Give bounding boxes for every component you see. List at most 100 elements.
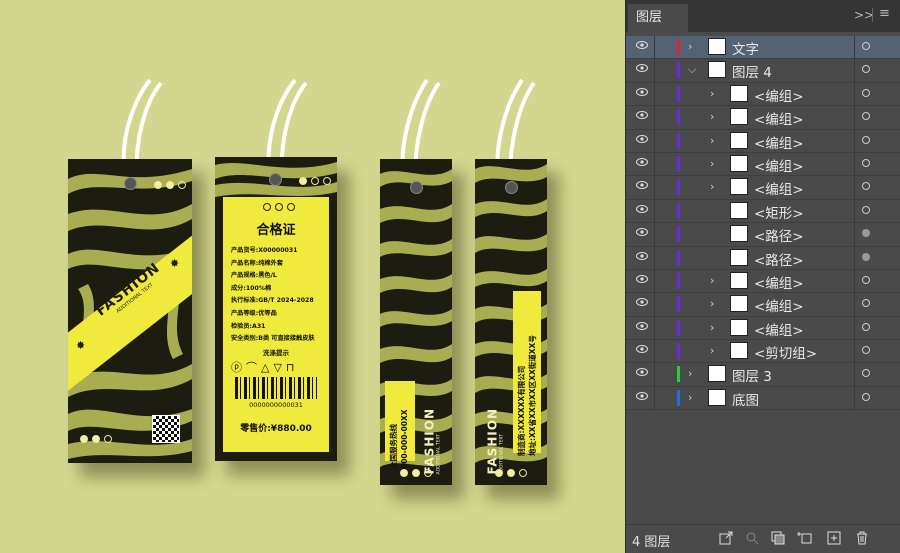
target-circle-icon[interactable] [862, 112, 870, 121]
target-circle-icon[interactable] [862, 369, 870, 378]
visibility-eye-icon[interactable] [636, 181, 648, 190]
wash-title: 洗涤提示 [263, 349, 289, 357]
layer-row[interactable]: › <剪切组> [626, 340, 900, 364]
visibility-eye-icon[interactable] [636, 157, 648, 166]
layer-thumbnail [730, 271, 748, 289]
visibility-eye-icon[interactable] [636, 298, 648, 307]
visibility-eye-icon[interactable] [636, 228, 648, 237]
chevron-right-icon[interactable]: › [710, 110, 714, 123]
visibility-eye-icon[interactable] [636, 391, 648, 400]
divider [654, 386, 655, 410]
layer-thumbnail [730, 108, 748, 126]
chevron-right-icon[interactable]: › [710, 321, 714, 334]
chevron-right-icon[interactable]: › [710, 344, 714, 357]
visibility-eye-icon[interactable] [636, 368, 648, 377]
layer-row[interactable]: <路径> [626, 246, 900, 270]
hotline-label: 全国服务热线 [389, 424, 398, 469]
layer-row[interactable]: › <编组> [626, 269, 900, 294]
layer-color-bar [677, 366, 680, 383]
chevron-right-icon[interactable]: › [688, 367, 692, 380]
new-layer-icon[interactable] [826, 530, 842, 546]
layer-name: <编组> [754, 112, 804, 129]
chevron-right-icon[interactable]: › [688, 40, 692, 53]
visibility-eye-icon[interactable] [636, 64, 648, 73]
visibility-eye-icon[interactable] [636, 251, 648, 260]
tag-2-certificate[interactable]: 合格证 产品货号:X00000031 产品名称:纯棉外套 产品规格:黑色/L 成… [215, 157, 337, 461]
target-circle-icon[interactable] [862, 158, 870, 167]
target-circle-icon[interactable] [862, 182, 870, 191]
detail-line: 安全类别:B类 可直接接触皮肤 [231, 335, 315, 343]
layer-color-bar [677, 389, 680, 406]
target-circle-icon[interactable] [862, 346, 870, 355]
layer-name: <编组> [754, 299, 804, 316]
layer-row[interactable]: › 图层 3 [626, 363, 900, 387]
chevron-right-icon[interactable]: › [710, 134, 714, 147]
search-icon[interactable] [744, 530, 760, 546]
layer-color-bar [677, 132, 680, 149]
panel-menu-icon[interactable]: ≡ [879, 6, 890, 21]
layer-row[interactable]: › 底图 [626, 386, 900, 411]
tag-hole [410, 181, 423, 194]
layer-row[interactable]: › <编组> [626, 152, 900, 177]
visibility-eye-icon[interactable] [636, 345, 648, 354]
layer-row[interactable]: › <编组> [626, 82, 900, 107]
target-circle-icon[interactable] [862, 88, 870, 97]
chevron-right-icon[interactable]: › [710, 157, 714, 170]
layer-name: <编组> [754, 182, 804, 199]
layer-row[interactable]: › 文字 [626, 36, 900, 60]
layer-row[interactable]: › <编组> [626, 293, 900, 317]
price: 零售价:¥880.00 [240, 424, 312, 434]
target-circle-icon[interactable] [862, 42, 870, 50]
export-icon[interactable] [718, 530, 734, 546]
tab-layers[interactable]: 图层 [628, 4, 688, 32]
tag-3-hotline[interactable]: 全国服务热线 000-000-00XX FASHION ADDITIONAL T… [380, 159, 452, 485]
layer-color-bar [677, 155, 680, 172]
divider [854, 82, 855, 106]
target-circle-icon[interactable] [862, 205, 870, 214]
layer-row[interactable]: <矩形> [626, 199, 900, 224]
divider [854, 129, 855, 152]
tag-4-maker[interactable]: 制造商:XXXXXX有限公司 地址:XX省XX市XX区XX街道XX号 FASHI… [475, 159, 547, 485]
tag3-subtext: ADDITIONAL TEXT [436, 433, 442, 475]
visibility-eye-icon[interactable] [636, 134, 648, 143]
tag3-brand: FASHION [422, 407, 437, 475]
layer-row[interactable]: › <编组> [626, 129, 900, 153]
visibility-eye-icon[interactable] [636, 111, 648, 120]
layer-row[interactable]: › <编组> [626, 106, 900, 130]
target-circle-icon[interactable] [862, 252, 870, 261]
tag-1-front[interactable]: FASHION ADDITIONAL TEXT ✸ ✸ [68, 159, 192, 463]
chevron-right-icon[interactable]: › [688, 391, 692, 404]
target-circle-icon[interactable] [862, 229, 870, 238]
layer-color-bar [677, 109, 680, 126]
chevron-right-icon[interactable]: › [710, 87, 714, 100]
target-circle-icon[interactable] [862, 65, 870, 74]
divider [654, 293, 655, 316]
layer-row[interactable]: › <编组> [626, 176, 900, 200]
target-circle-icon[interactable] [862, 275, 870, 284]
tag-dots [154, 181, 186, 189]
target-circle-icon[interactable] [862, 392, 870, 401]
tag-dots [400, 469, 432, 477]
layer-row[interactable]: <路径> [626, 223, 900, 247]
target-circle-icon[interactable] [862, 299, 870, 308]
visibility-eye-icon[interactable] [636, 274, 648, 283]
target-circle-icon[interactable] [862, 322, 870, 331]
chevron-right-icon[interactable]: › [710, 274, 714, 287]
layer-row[interactable]: › <编组> [626, 316, 900, 341]
delete-icon[interactable] [854, 530, 870, 546]
target-circle-icon[interactable] [862, 135, 870, 144]
layer-count: 4 图层 [632, 535, 671, 550]
divider [854, 293, 855, 316]
new-sublayer-icon[interactable] [796, 530, 812, 546]
visibility-eye-icon[interactable] [636, 204, 648, 213]
chevron-right-icon[interactable]: › [710, 297, 714, 310]
clipping-mask-icon[interactable] [770, 530, 786, 546]
maker-block: 制造商:XXXXXX有限公司 地址:XX省XX市XX区XX街道XX号 [516, 296, 538, 456]
layer-thumbnail [708, 365, 726, 383]
visibility-eye-icon[interactable] [636, 321, 648, 330]
chevron-down-icon[interactable]: ⌵ [688, 63, 696, 77]
chevron-right-icon[interactable]: › [710, 180, 714, 193]
visibility-eye-icon[interactable] [636, 87, 648, 96]
visibility-eye-icon[interactable] [636, 41, 648, 49]
layer-row[interactable]: ⌵ 图层 4 [626, 59, 900, 83]
